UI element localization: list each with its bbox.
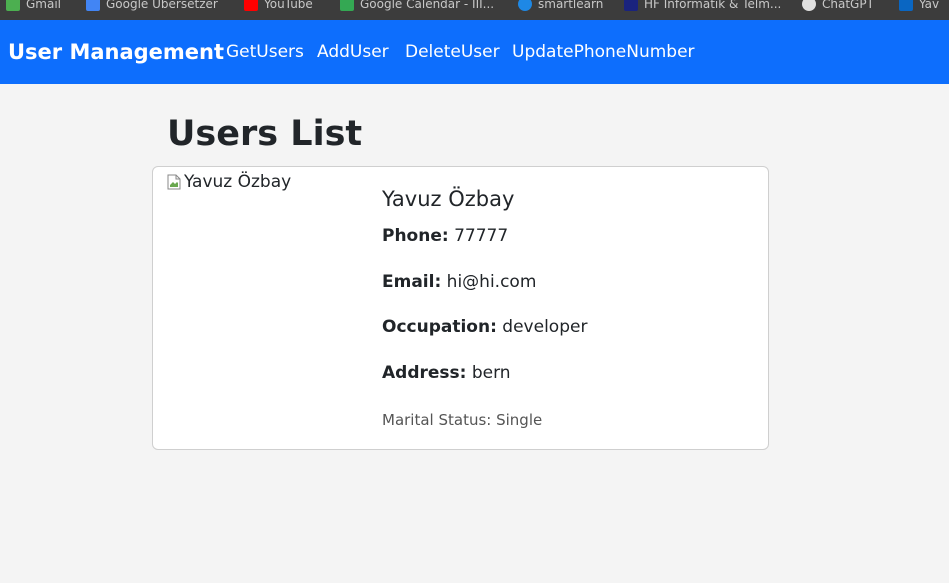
bookmark-label: HF Informatik & Telm...: [644, 0, 782, 11]
bookmark-youtube[interactable]: YouTube: [244, 0, 313, 14]
bookmark-label: smartlearn: [538, 0, 604, 11]
navbar: User Management GetUsers AddUser DeleteU…: [0, 20, 949, 84]
email-label: Email:: [382, 272, 442, 292]
avatar-alt-text: Yavuz Özbay: [184, 172, 292, 192]
nav-link-deleteuser[interactable]: DeleteUser: [405, 42, 500, 62]
nav-link-updatephonenumber[interactable]: UpdatePhoneNumber: [512, 42, 695, 62]
calendar-icon: [340, 0, 354, 11]
navbar-brand[interactable]: User Management: [8, 40, 224, 64]
chatgpt-icon: [802, 0, 816, 11]
bookmark-label: Yav: [919, 0, 940, 11]
nav-link-adduser[interactable]: AddUser: [317, 42, 389, 62]
shield-icon: [518, 0, 532, 11]
broken-image-icon: [167, 174, 181, 190]
bookmark-translate[interactable]: Google Übersetzer: [86, 0, 218, 14]
address-label: Address:: [382, 363, 467, 383]
marital-status: Marital Status: Single: [382, 411, 543, 429]
school-icon: [624, 0, 638, 11]
phone-label: Phone:: [382, 226, 449, 246]
bookmark-smartlearn[interactable]: smartlearn: [518, 0, 603, 14]
occupation-field: Occupation: developer: [382, 317, 587, 337]
youtube-icon: [244, 0, 258, 11]
phone-value: 77777: [454, 226, 509, 246]
bookmark-hf[interactable]: HF Informatik & Telm...: [624, 0, 781, 14]
bookmark-chatgpt[interactable]: ChatGPT: [802, 0, 874, 14]
translate-icon: [86, 0, 100, 11]
address-field: Address: bern: [382, 363, 511, 383]
bookmarks-bar: Gmail Google Übersetzer YouTube Google C…: [0, 0, 949, 20]
page-title: Users List: [167, 114, 363, 154]
avatar: Yavuz Özbay: [167, 172, 291, 192]
bookmark-label: Google Übersetzer: [106, 0, 218, 11]
address-value: bern: [471, 363, 511, 383]
nav-link-getusers[interactable]: GetUsers: [226, 42, 304, 62]
bookmark-calendar[interactable]: Google Calendar - III...: [340, 0, 494, 14]
bookmark-label: Google Calendar - III...: [360, 0, 495, 11]
occupation-value: developer: [502, 317, 588, 337]
gmail-icon: [6, 0, 20, 11]
email-field: Email: hi@hi.com: [382, 272, 536, 292]
user-card: Yavuz Özbay Yavuz Özbay Phone: 77777 Ema…: [152, 166, 769, 450]
bookmark-label: ChatGPT: [822, 0, 874, 11]
email-value: hi@hi.com: [446, 272, 537, 292]
user-name: Yavuz Özbay: [382, 187, 515, 211]
linkedin-icon: [899, 0, 913, 11]
phone-field: Phone: 77777: [382, 226, 508, 246]
occupation-label: Occupation:: [382, 317, 497, 337]
bookmark-gmail[interactable]: Gmail: [6, 0, 61, 14]
bookmark-linkedin[interactable]: Yav: [899, 0, 939, 14]
bookmark-label: Gmail: [26, 0, 62, 11]
bookmark-label: YouTube: [264, 0, 313, 11]
